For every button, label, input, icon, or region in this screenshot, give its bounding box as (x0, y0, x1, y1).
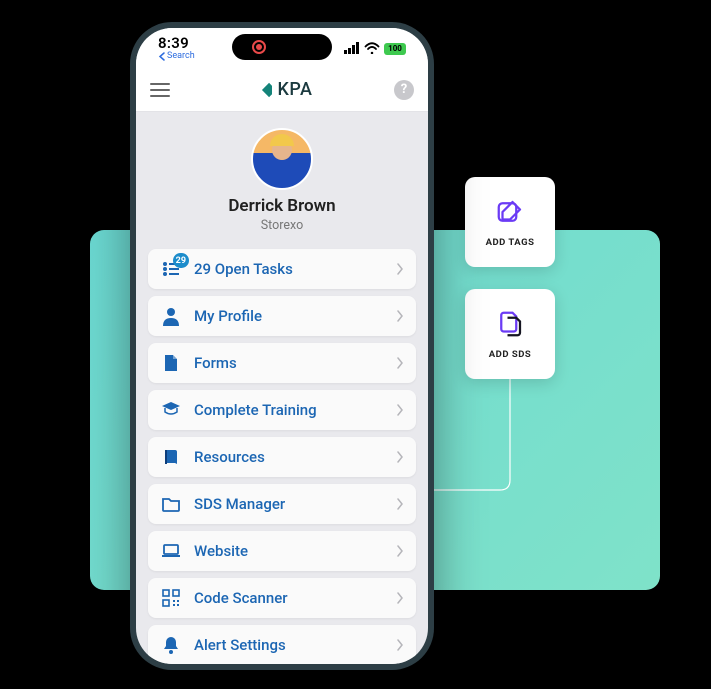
menu-code-scanner[interactable]: Code Scanner (148, 578, 416, 618)
add-tags-label: ADD TAGS (486, 237, 535, 248)
menu-open-tasks[interactable]: 29 29 Open Tasks (148, 249, 416, 289)
phone-screen: 8:39 Search 100 KPA ? (136, 28, 428, 664)
hamburger-icon[interactable] (150, 83, 170, 97)
avatar[interactable] (251, 128, 313, 190)
status-bar: 8:39 Search 100 (136, 28, 428, 68)
battery-icon: 100 (384, 43, 406, 55)
menu-resources[interactable]: Resources (148, 437, 416, 477)
laptop-icon (160, 540, 182, 562)
bell-icon (160, 634, 182, 656)
edit-icon (495, 197, 525, 227)
status-clock: 8:39 (158, 34, 195, 52)
menu-label: My Profile (194, 307, 396, 325)
menu-forms[interactable]: Forms (148, 343, 416, 383)
tasks-icon: 29 (160, 258, 182, 280)
menu-sds-manager[interactable]: SDS Manager (148, 484, 416, 524)
qr-icon (160, 587, 182, 609)
menu-my-profile[interactable]: My Profile (148, 296, 416, 336)
profile-block: Derrick Brown Storexo (136, 112, 428, 245)
menu-label: Alert Settings (194, 636, 396, 654)
menu-label: SDS Manager (194, 495, 396, 513)
documents-icon (495, 309, 525, 339)
add-tags-card[interactable]: ADD TAGS (465, 177, 555, 267)
phone-frame: 8:39 Search 100 KPA ? (130, 22, 434, 670)
signal-icon (344, 39, 360, 58)
brand-text: KPA (278, 79, 313, 100)
wifi-icon (364, 39, 380, 58)
brand-logo: KPA (252, 79, 313, 100)
menu-label: Website (194, 542, 396, 560)
help-icon[interactable]: ? (394, 80, 414, 100)
menu-label: Forms (194, 354, 396, 372)
training-icon (160, 399, 182, 421)
chevron-right-icon (396, 636, 404, 655)
chevron-right-icon (396, 307, 404, 326)
dynamic-island (232, 34, 332, 60)
chevron-right-icon (396, 495, 404, 514)
menu-alert-settings[interactable]: Alert Settings (148, 625, 416, 664)
recording-icon (252, 40, 266, 54)
menu-label: Code Scanner (194, 589, 396, 607)
chevron-right-icon (396, 260, 404, 279)
chevron-right-icon (396, 448, 404, 467)
chevron-right-icon (396, 589, 404, 608)
menu-label: Complete Training (194, 401, 396, 419)
chevron-right-icon (396, 354, 404, 373)
add-sds-label: ADD SDS (489, 349, 531, 360)
chevron-right-icon (396, 401, 404, 420)
add-sds-card[interactable]: ADD SDS (465, 289, 555, 379)
tasks-badge: 29 (173, 253, 189, 268)
menu-list: 29 29 Open Tasks My Profile Forms Comple… (136, 245, 428, 664)
folder-icon (160, 493, 182, 515)
app-header: KPA ? (136, 68, 428, 112)
search-back[interactable]: Search (158, 51, 195, 61)
profile-name: Derrick Brown (136, 196, 428, 216)
forms-icon (160, 352, 182, 374)
menu-website[interactable]: Website (148, 531, 416, 571)
chevron-right-icon (396, 542, 404, 561)
user-icon (160, 305, 182, 327)
menu-label: 29 Open Tasks (194, 260, 396, 278)
menu-complete-training[interactable]: Complete Training (148, 390, 416, 430)
menu-label: Resources (194, 448, 396, 466)
chevron-left-icon (158, 52, 165, 61)
resources-icon (160, 446, 182, 468)
profile-org: Storexo (136, 218, 428, 233)
logo-icon (252, 80, 272, 100)
